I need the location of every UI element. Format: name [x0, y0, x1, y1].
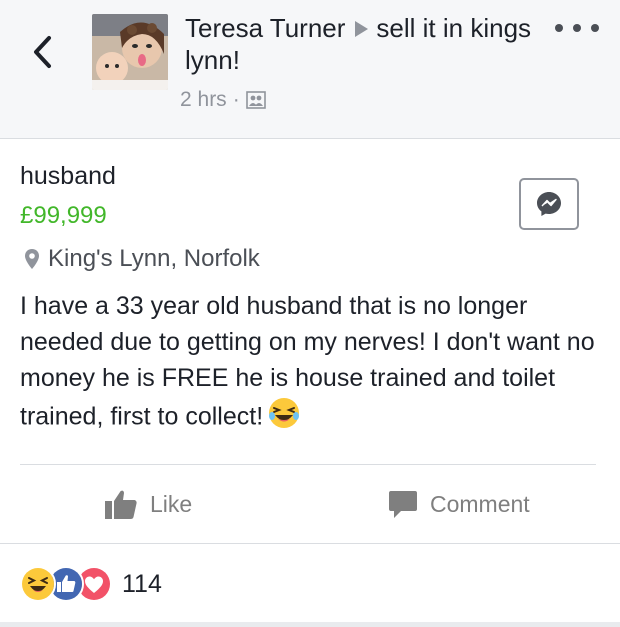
post-time[interactable]: 2 hrs [180, 88, 227, 112]
laughing-emoji-icon [267, 396, 301, 440]
author-name[interactable]: Teresa Turner [185, 13, 345, 43]
post-title: Teresa Turner sell it in kings lynn! [185, 12, 545, 76]
messenger-icon [537, 192, 561, 216]
location-pin-icon [25, 249, 39, 269]
post-meta: 2 hrs · [180, 88, 266, 112]
reaction-count: 114 [122, 569, 162, 598]
more-options-button[interactable] [555, 18, 599, 38]
listing-title: husband [20, 162, 116, 190]
like-label: Like [150, 490, 193, 517]
group-icon [245, 91, 266, 109]
post-header: Teresa Turner sell it in kings lynn! 2 hr… [0, 0, 620, 139]
reactions-summary[interactable]: 114 [20, 566, 162, 602]
more-dot-icon [555, 24, 563, 32]
like-button[interactable]: Like [104, 478, 192, 530]
comment-button[interactable]: Comment [388, 478, 530, 530]
back-button[interactable] [22, 30, 62, 74]
message-seller-button[interactable] [519, 178, 579, 230]
location-text: King's Lynn, Norfolk [48, 245, 260, 272]
feed-separator [0, 622, 620, 627]
thumbs-up-icon [105, 490, 137, 519]
divider [20, 464, 596, 465]
listing-description: I have a 33 year old husband that is no … [20, 288, 610, 440]
divider [0, 543, 620, 544]
description-text: I have a 33 year old husband that is no … [20, 292, 595, 431]
separator-dot: · [232, 88, 240, 111]
haha-reaction-icon [20, 566, 56, 602]
listing-location[interactable]: King's Lynn, Norfolk [24, 245, 260, 273]
avatar[interactable] [92, 14, 168, 90]
reaction-icons [20, 566, 112, 602]
arrow-right-icon [355, 21, 369, 38]
more-dot-icon [591, 24, 599, 32]
comment-icon [389, 491, 417, 518]
more-dot-icon [573, 24, 581, 32]
listing-price: £99,999 [20, 202, 107, 229]
comment-label: Comment [430, 490, 530, 517]
chevron-left-icon [34, 36, 51, 68]
avatar-photo [92, 14, 168, 90]
